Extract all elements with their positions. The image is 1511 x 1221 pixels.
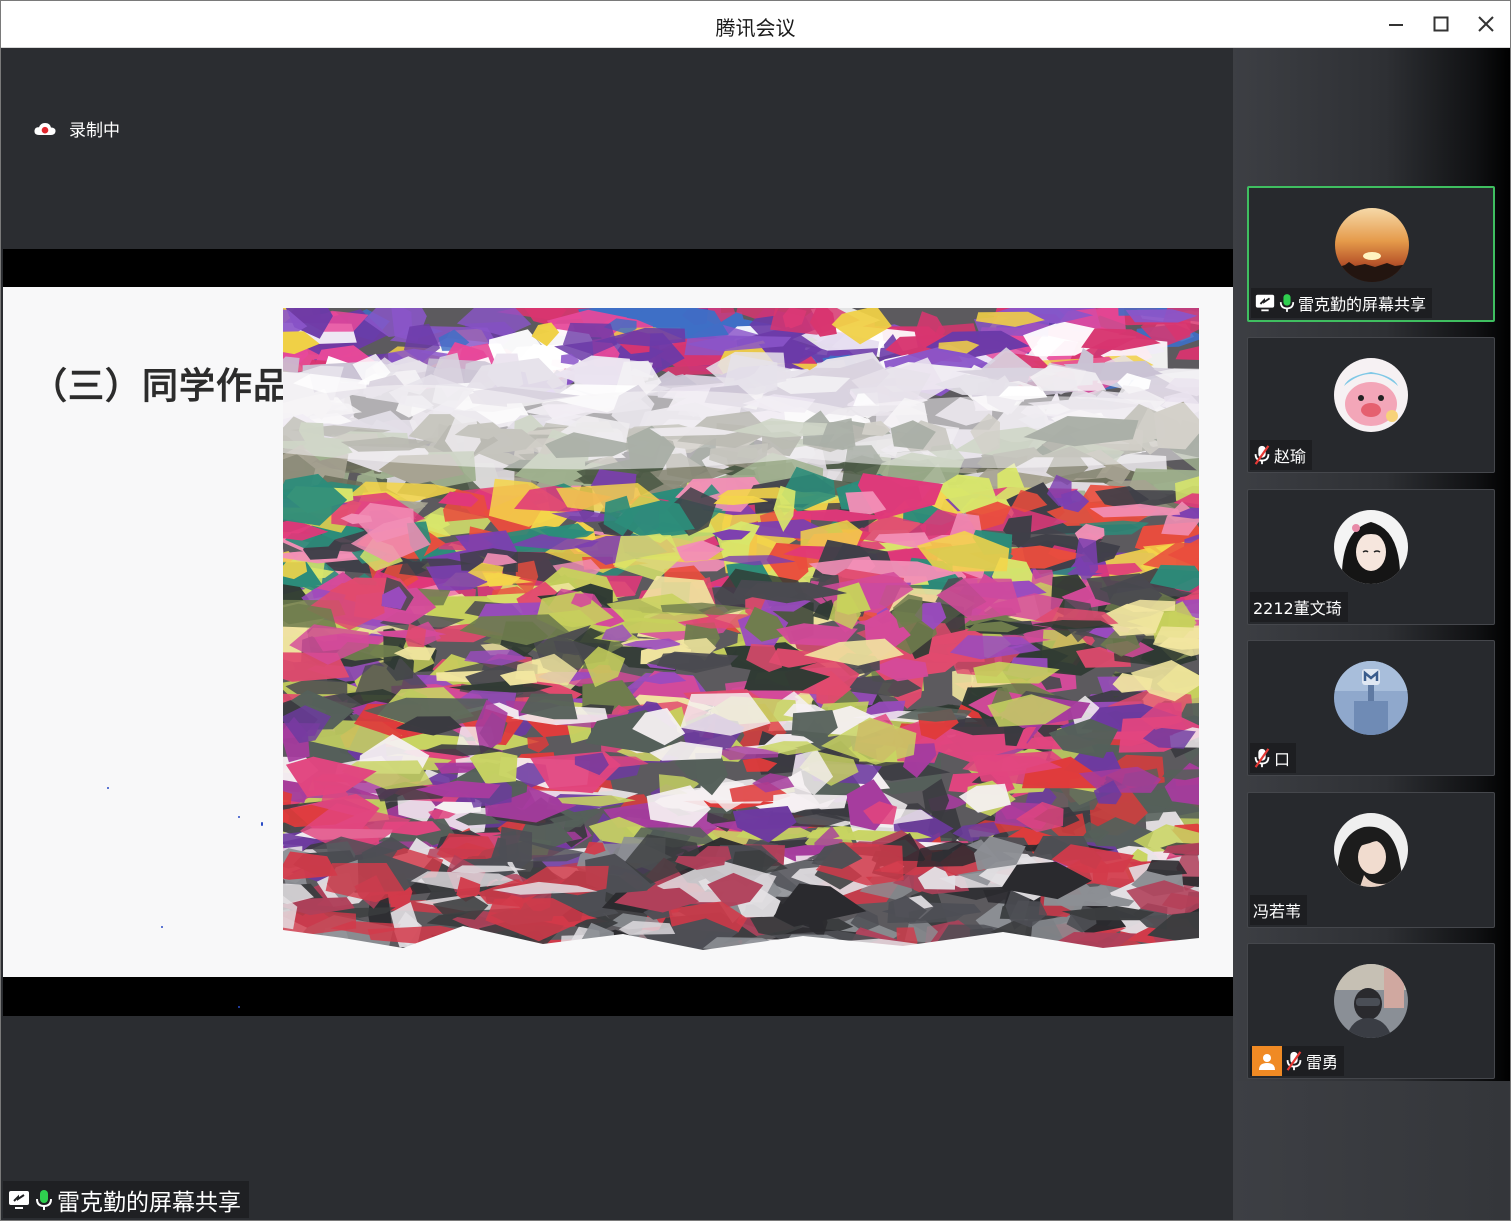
letterbox-top bbox=[3, 249, 1233, 287]
minimize-button[interactable] bbox=[1381, 9, 1411, 39]
collage-artwork bbox=[283, 308, 1199, 955]
stray-dot bbox=[238, 1006, 240, 1008]
participant-name: 2212董文琦 bbox=[1253, 599, 1342, 618]
recording-label: 录制中 bbox=[69, 121, 120, 141]
microphone-muted-icon bbox=[1254, 445, 1270, 465]
slide-title: （三）同学作品 bbox=[31, 366, 291, 407]
recording-cloud-icon bbox=[34, 122, 56, 135]
participant-name: 雷勇 bbox=[1306, 1053, 1339, 1072]
participant-sidebar-footer bbox=[1233, 1081, 1510, 1220]
avatar bbox=[1334, 661, 1408, 735]
student-artwork-collage-image bbox=[283, 308, 1199, 955]
close-button[interactable] bbox=[1471, 9, 1501, 39]
close-icon bbox=[1478, 16, 1494, 32]
participant-tile[interactable]: 2212董文琦 bbox=[1247, 489, 1495, 625]
meeting-window: 腾讯会议 录制中 （三）同学作品 雷克勤的屏幕共享 雷克勤的屏幕共享 赵瑜 22… bbox=[0, 0, 1511, 1221]
participant-nametag: 冯若苇 bbox=[1250, 895, 1308, 925]
participant-name: 冯若苇 bbox=[1253, 902, 1302, 921]
participant-tile[interactable]: 赵瑜 bbox=[1247, 337, 1495, 473]
avatar bbox=[1334, 964, 1408, 1038]
participant-tile[interactable]: 雷克勤的屏幕共享 bbox=[1247, 186, 1495, 322]
avatar bbox=[1334, 358, 1408, 432]
participant-name: 口 bbox=[1274, 750, 1291, 769]
avatar bbox=[1334, 813, 1408, 887]
title-bar[interactable]: 腾讯会议 bbox=[1, 1, 1510, 48]
letterbox-bottom bbox=[3, 977, 1233, 1016]
maximize-button[interactable] bbox=[1426, 9, 1456, 39]
stray-dot bbox=[238, 816, 240, 818]
participant-nametag: 口 bbox=[1250, 743, 1297, 773]
participant-tile[interactable]: 雷勇 bbox=[1247, 943, 1495, 1079]
participant-tile[interactable]: 口 bbox=[1247, 640, 1495, 776]
screen-share-icon bbox=[9, 1190, 29, 1209]
stray-dot bbox=[107, 787, 109, 789]
screen-share-label: 雷克勤的屏幕共享 bbox=[3, 1181, 249, 1218]
participant-name: 雷克勤的屏幕共享 bbox=[1298, 295, 1427, 314]
microphone-muted-icon bbox=[1286, 1051, 1302, 1071]
participant-nametag: 雷克勤的屏幕共享 bbox=[1251, 288, 1433, 318]
participant-nametag: 雷勇 bbox=[1250, 1046, 1345, 1076]
shared-screen-area: 录制中 （三）同学作品 雷克勤的屏幕共享 bbox=[3, 48, 1233, 1220]
screen-share-name: 雷克勤的屏幕共享 bbox=[57, 1189, 241, 1216]
participant-tile[interactable]: 冯若苇 bbox=[1247, 792, 1495, 928]
microphone-icon bbox=[36, 1189, 52, 1210]
window-title: 腾讯会议 bbox=[715, 16, 796, 40]
stray-dot bbox=[161, 926, 163, 928]
microphone-icon bbox=[1279, 294, 1295, 312]
presentation-slide: （三）同学作品 bbox=[3, 287, 1233, 977]
stray-dot bbox=[261, 822, 263, 826]
avatar bbox=[1335, 208, 1409, 282]
person-icon bbox=[1252, 1046, 1282, 1076]
recording-indicator[interactable]: 录制中 bbox=[33, 116, 120, 141]
avatar bbox=[1334, 510, 1408, 584]
minimize-icon bbox=[1389, 24, 1403, 26]
screen-share-icon bbox=[1255, 294, 1275, 312]
participant-nametag: 赵瑜 bbox=[1250, 440, 1313, 470]
participant-name: 赵瑜 bbox=[1274, 447, 1307, 466]
participant-nametag: 2212董文琦 bbox=[1250, 592, 1348, 622]
microphone-muted-icon bbox=[1254, 748, 1270, 768]
maximize-icon bbox=[1433, 16, 1449, 32]
